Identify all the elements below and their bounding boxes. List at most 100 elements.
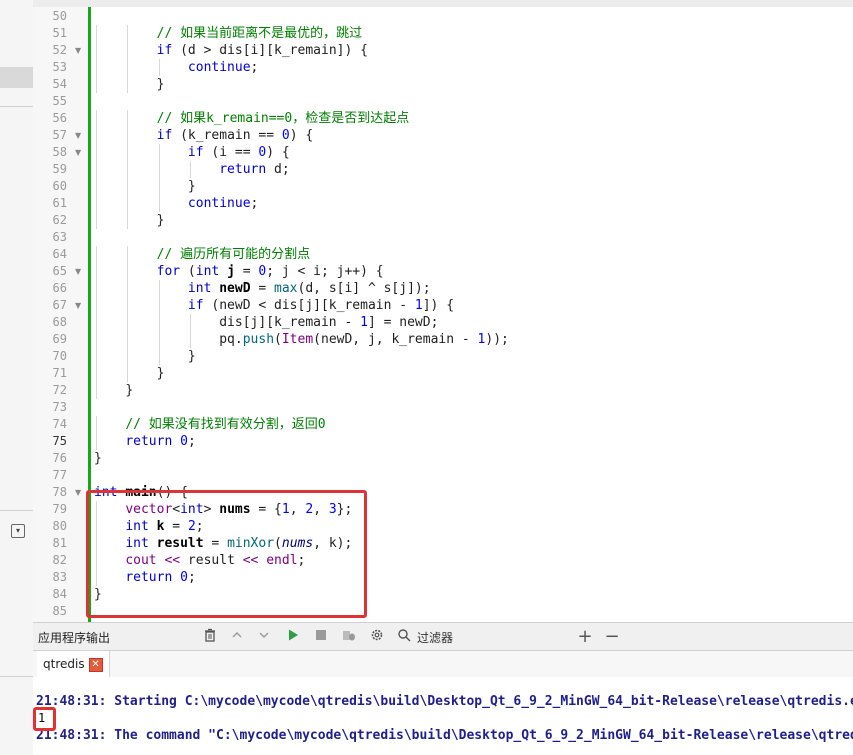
code-text: } [94, 382, 133, 399]
fold-arrow-icon[interactable]: ▼ [75, 127, 81, 144]
indent-guide [158, 161, 160, 178]
line-number: 68 [52, 315, 67, 329]
line-number: 58 [52, 145, 67, 159]
line-number: 52 [52, 43, 67, 57]
code-line[interactable]: 57 ▼ if (k_remain == 0) { [33, 127, 853, 144]
indent-guide [96, 25, 97, 42]
code-line[interactable]: 65 ▼ for (int j = 0; j < i; j++) { [33, 263, 853, 280]
line-number: 77 [52, 468, 67, 482]
search-icon[interactable] [395, 628, 413, 646]
code-token: )); [485, 332, 509, 347]
indent-guide [127, 212, 129, 229]
code-line[interactable]: 77 [33, 467, 853, 484]
stop-icon[interactable] [312, 628, 330, 646]
panel-toggle-icon[interactable]: ▾ [11, 524, 25, 538]
code-line[interactable]: 64 // 遍历所有可能的分割点 [33, 246, 853, 263]
indent-guide [158, 195, 160, 212]
line-number: 54 [52, 77, 67, 91]
code-line[interactable]: 59 return d; [33, 161, 853, 178]
code-text: } [94, 212, 165, 229]
indent-guide [96, 161, 97, 178]
indent-guide [96, 42, 97, 59]
code-token: max [274, 281, 298, 296]
indent-guide [127, 144, 129, 161]
left-panel-divider [0, 106, 33, 107]
fold-arrow-icon[interactable]: ▼ [75, 484, 81, 501]
code-token: // 如果k_remain==0，检查是否到达起点 [156, 111, 410, 126]
code-token: newD [219, 281, 251, 296]
code-token: return [219, 162, 267, 177]
code-line[interactable]: 55 [33, 93, 853, 110]
output-tab-bar: qtredis ✕ [33, 651, 853, 678]
chevron-down-icon[interactable] [255, 628, 273, 646]
code-line[interactable]: 52 ▼ if (d > dis[i][k_remain]) { [33, 42, 853, 59]
indent-guide [96, 76, 97, 93]
code-line[interactable]: 58 ▼ if (i == 0) { [33, 144, 853, 161]
add-button[interactable]: + [576, 628, 594, 646]
fold-arrow-icon[interactable]: ▼ [75, 263, 81, 280]
code-line[interactable]: 53 continue; [33, 59, 853, 76]
output-highlight-box [33, 707, 56, 731]
code-line[interactable]: 66 int newD = max(d, s[i] ^ s[j]); [33, 280, 853, 297]
code-token: if [156, 43, 173, 58]
attach-debugger-icon[interactable] [340, 628, 358, 646]
code-line[interactable]: 71 } [33, 365, 853, 382]
code-line[interactable]: 75 return 0; [33, 433, 853, 450]
code-token: } [125, 383, 134, 398]
code-line[interactable]: 72 } [33, 382, 853, 399]
code-text: } [94, 348, 196, 365]
code-line[interactable]: 68 dis[j][k_remain - 1] = newD; [33, 314, 853, 331]
indent-guide [96, 110, 97, 127]
close-icon[interactable]: ✕ [88, 657, 103, 672]
output-start-line: 21:48:31: Starting C:\mycode\mycode\qtre… [36, 694, 853, 709]
code-token: ( [274, 332, 282, 347]
trash-icon[interactable] [201, 628, 219, 646]
filter-input[interactable]: 过滤器 [417, 629, 453, 646]
line-number: 76 [52, 451, 67, 465]
code-line[interactable]: 69 pq.push(Item(newD, j, k_remain - 1)); [33, 331, 853, 348]
run-icon[interactable] [284, 628, 302, 646]
code-token: = [250, 281, 275, 296]
gear-icon[interactable] [368, 628, 386, 646]
code-line[interactable]: 70 } [33, 348, 853, 365]
code-line[interactable]: 62 } [33, 212, 853, 229]
application-output[interactable]: 21:48:31: Starting C:\mycode\mycode\qtre… [33, 677, 853, 755]
indent-guide [127, 25, 129, 42]
code-token: } [187, 179, 196, 194]
code-line[interactable]: 67 ▼ if (newD < dis[j][k_remain - 1]) { [33, 297, 853, 314]
code-line[interactable]: 73 [33, 399, 853, 416]
chevron-up-icon[interactable] [228, 628, 246, 646]
code-text: // 如果k_remain==0，检查是否到达起点 [94, 110, 410, 127]
code-line[interactable]: 63 [33, 229, 853, 246]
fold-arrow-icon[interactable]: ▼ [75, 297, 81, 314]
indent-guide [127, 195, 129, 212]
code-line[interactable]: 61 continue; [33, 195, 853, 212]
fold-arrow-icon[interactable]: ▼ [75, 144, 81, 161]
code-token: } [187, 349, 196, 364]
indent-guide [96, 178, 97, 195]
tab-qtredis[interactable]: qtredis ✕ [37, 651, 110, 677]
code-token: 1 [414, 298, 423, 313]
code-line[interactable]: 60 } [33, 178, 853, 195]
indent-guide [96, 144, 97, 161]
code-text: } [94, 450, 102, 467]
code-line[interactable]: 51 // 如果当前距离不是最优的，跳过 [33, 25, 853, 42]
indent-guide [127, 59, 129, 76]
indent-guide [189, 314, 191, 331]
code-line[interactable]: 54 } [33, 76, 853, 93]
code-token: = [234, 264, 259, 279]
code-line[interactable]: 56 // 如果k_remain==0，检查是否到达起点 [33, 110, 853, 127]
code-line[interactable]: 50 [33, 8, 853, 25]
line-number: 71 [52, 366, 67, 380]
line-number: 69 [52, 332, 67, 346]
line-number: 60 [52, 179, 67, 193]
code-line[interactable]: 74 // 如果没有找到有效分割，返回0 [33, 416, 853, 433]
indent-guide [127, 331, 129, 348]
fold-arrow-icon[interactable]: ▼ [75, 42, 81, 59]
indent-guide [96, 127, 97, 144]
left-panel-selected-item[interactable] [0, 67, 33, 88]
code-token: ] = newD; [367, 315, 439, 330]
code-line[interactable]: 76} [33, 450, 853, 467]
remove-button[interactable]: − [603, 628, 621, 646]
